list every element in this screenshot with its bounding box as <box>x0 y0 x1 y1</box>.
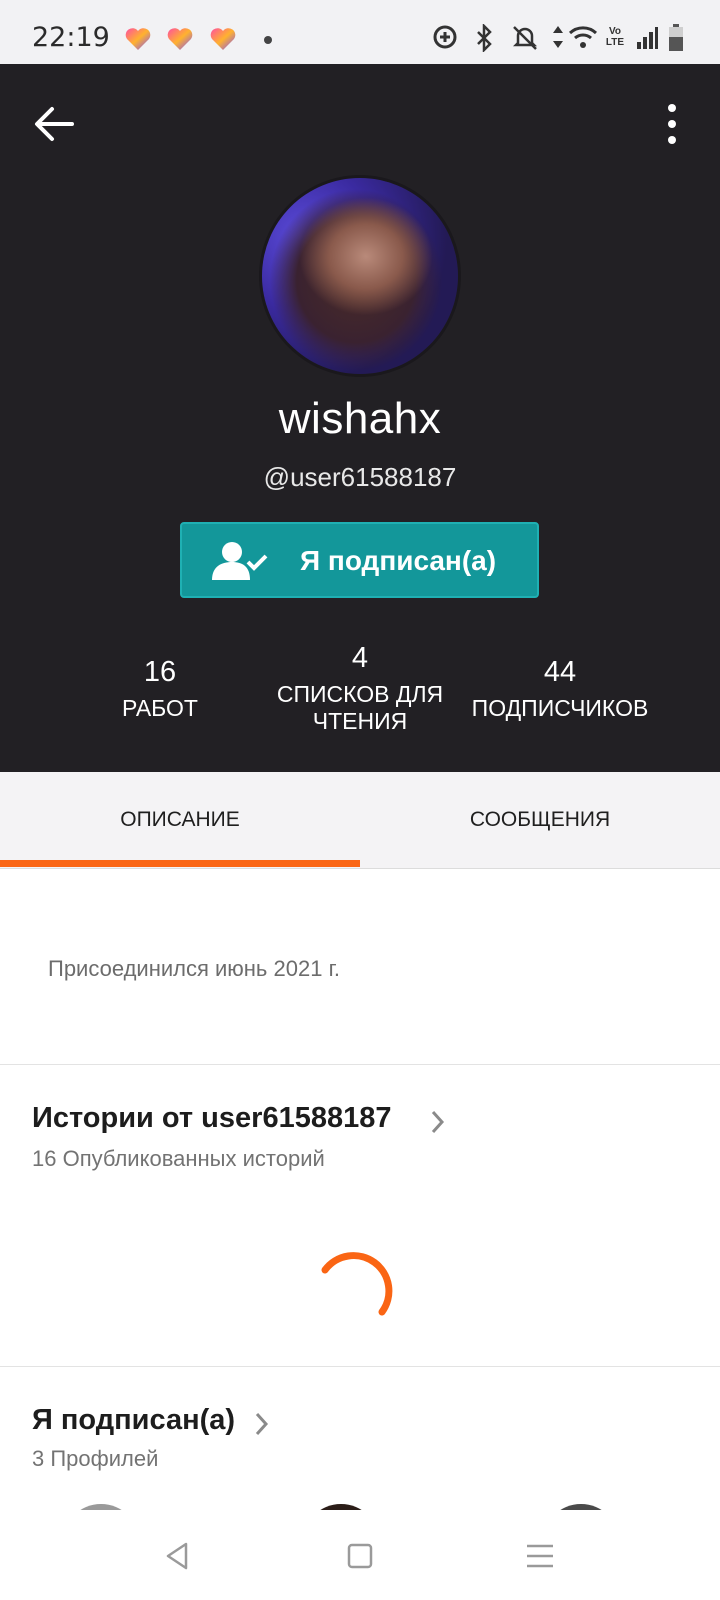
chevron-right-icon[interactable] <box>254 1410 270 1438</box>
profile-header: wishahx @user61588187 Я подписан(а) 16 Р… <box>0 64 720 772</box>
system-nav-bar <box>0 1510 720 1600</box>
stat-works-label: РАБОТ <box>122 695 198 721</box>
back-arrow-icon[interactable] <box>28 98 80 150</box>
following-section-subtitle: 3 Профилей <box>32 1446 159 1471</box>
heart-app-icon <box>167 28 193 50</box>
stat-followers[interactable]: 44 ПОДПИСЧИКОВ <box>460 656 660 722</box>
following-button[interactable]: Я подписан(а) <box>180 522 539 598</box>
stories-section-title[interactable]: Истории от user61588187 <box>32 1102 391 1135</box>
following-section-title[interactable]: Я подписан(а) <box>32 1404 235 1437</box>
volte-icon: Vo LTE <box>604 26 626 48</box>
stat-works[interactable]: 16 РАБОТ <box>80 656 240 722</box>
profile-avatar <box>262 178 458 374</box>
stat-reading-lists-label-line1: СПИСКОВ ДЛЯ <box>276 681 444 707</box>
volte-label-top: Vo <box>608 26 622 37</box>
display-name: wishahx <box>278 394 442 443</box>
stat-works-value: 16 <box>143 656 177 688</box>
following-button-label: Я подписан(а) <box>300 545 497 576</box>
divider <box>0 1064 720 1065</box>
stories-section-subtitle: 16 Опубликованных историй <box>32 1146 325 1171</box>
stat-reading-lists-label-line2: ЧТЕНИЯ <box>312 708 408 734</box>
nav-back-icon[interactable] <box>162 1540 194 1572</box>
username: @user61588187 <box>263 462 457 492</box>
data-arrows-icon <box>553 26 563 48</box>
stat-reading-lists[interactable]: 4 СПИСКОВ ДЛЯ ЧТЕНИЯ <box>262 642 458 735</box>
nav-menu-icon[interactable] <box>524 1540 556 1572</box>
heart-app-icon <box>210 28 236 50</box>
stat-followers-value: 44 <box>543 656 577 688</box>
user-check-icon <box>212 542 268 580</box>
status-time: 22:19 <box>32 22 110 53</box>
tab-description[interactable]: ОПИСАНИЕ <box>0 772 360 868</box>
bluetooth-icon <box>477 24 492 52</box>
stat-reading-lists-label: СПИСКОВ ДЛЯ ЧТЕНИЯ <box>262 681 458 735</box>
tab-messages[interactable]: СООБЩЕНИЯ <box>360 772 720 868</box>
joined-date: Присоединился июнь 2021 г. <box>48 956 341 981</box>
nav-home-icon[interactable] <box>344 1540 376 1572</box>
dot-icon <box>264 36 272 44</box>
stat-reading-lists-value: 4 <box>351 642 369 674</box>
loading-spinner-icon <box>321 1252 393 1316</box>
profile-tabs: ОПИСАНИЕ СООБЩЕНИЯ <box>0 772 720 869</box>
status-bar: 22:19 Vo LTE <box>0 0 720 64</box>
heart-app-icon <box>125 28 151 50</box>
data-saver-icon <box>433 25 457 49</box>
active-tab-indicator <box>0 860 360 867</box>
mute-icon <box>512 26 538 50</box>
more-vertical-icon[interactable] <box>650 98 690 150</box>
battery-icon <box>669 24 683 51</box>
wifi-icon <box>568 26 598 48</box>
signal-icon <box>637 27 658 49</box>
stat-followers-label: ПОДПИСЧИКОВ <box>471 695 649 721</box>
divider <box>0 1366 720 1367</box>
chevron-right-icon[interactable] <box>430 1108 446 1136</box>
volte-label-bottom: LTE <box>605 37 625 48</box>
